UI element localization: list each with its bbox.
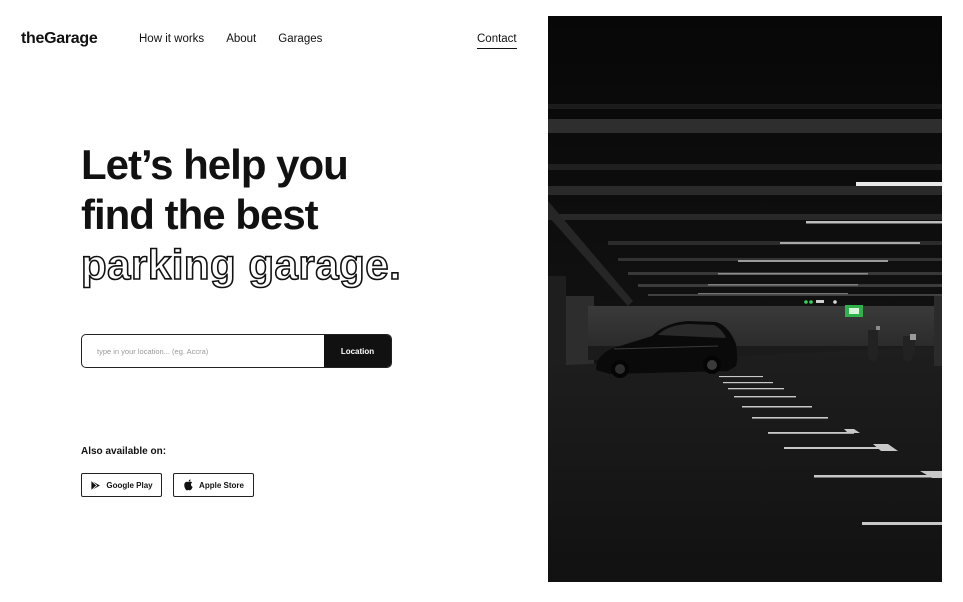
google-play-icon <box>91 479 101 491</box>
brand-logo[interactable]: theGarage <box>21 30 98 48</box>
parking-garage-illustration <box>548 16 942 582</box>
location-input[interactable] <box>82 335 324 367</box>
nav-contact[interactable]: Contact <box>477 33 517 49</box>
apple-icon <box>184 479 193 491</box>
google-play-label: Google Play <box>106 480 153 490</box>
hero-photo <box>548 16 942 582</box>
apple-store-label: Apple Store <box>199 480 244 490</box>
hero-line-3-outline: parking garage. <box>80 240 402 289</box>
location-button[interactable]: Location <box>324 335 391 367</box>
store-buttons: Google Play Apple Store <box>81 473 254 497</box>
hero-line-1: Let’s help you <box>81 141 349 188</box>
hero-headline: Let’s help you find the best parking gar… <box>80 140 402 290</box>
hero-line-2: find the best <box>81 191 319 238</box>
apple-store-button[interactable]: Apple Store <box>173 473 254 497</box>
nav-about[interactable]: About <box>226 33 256 45</box>
nav-garages[interactable]: Garages <box>278 33 322 45</box>
availability-heading: Also available on: <box>81 446 167 457</box>
nav-how-it-works[interactable]: How it works <box>139 33 204 45</box>
location-search: Location <box>81 334 392 368</box>
google-play-button[interactable]: Google Play <box>81 473 162 497</box>
main-nav: How it works About Garages <box>139 33 322 45</box>
